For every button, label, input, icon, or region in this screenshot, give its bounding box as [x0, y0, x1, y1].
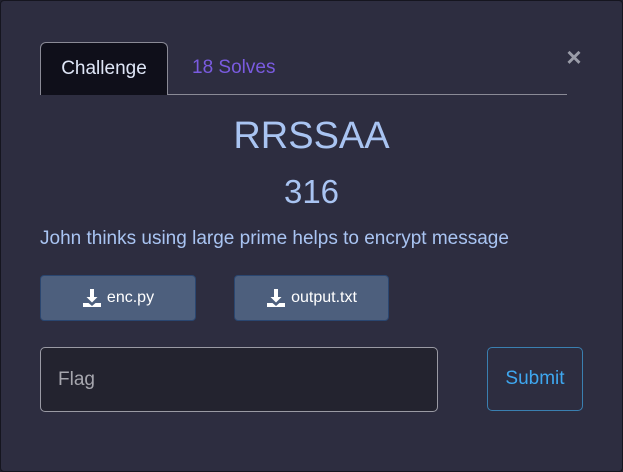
- submit-button[interactable]: Submit: [487, 347, 583, 411]
- download-icon: [82, 289, 101, 307]
- download-icon: [267, 289, 286, 307]
- download-enc-py-button[interactable]: enc.py: [40, 275, 196, 321]
- tab-bar: Challenge 18 Solves: [40, 42, 567, 95]
- challenge-points: 316: [283, 173, 340, 210]
- download-output-txt-button[interactable]: output.txt: [234, 275, 389, 321]
- tab-solves[interactable]: 18 Solves: [192, 42, 275, 94]
- challenge-title: RRSSAA: [233, 115, 390, 157]
- file-label: output.txt: [291, 289, 357, 306]
- tab-challenge[interactable]: Challenge: [40, 42, 168, 95]
- flag-input[interactable]: [40, 347, 438, 412]
- challenge-modal: × Challenge 18 Solves RRSSAA 316 John th…: [0, 0, 623, 472]
- challenge-description: John thinks using large prime helps to e…: [40, 228, 509, 249]
- file-label: enc.py: [106, 289, 155, 306]
